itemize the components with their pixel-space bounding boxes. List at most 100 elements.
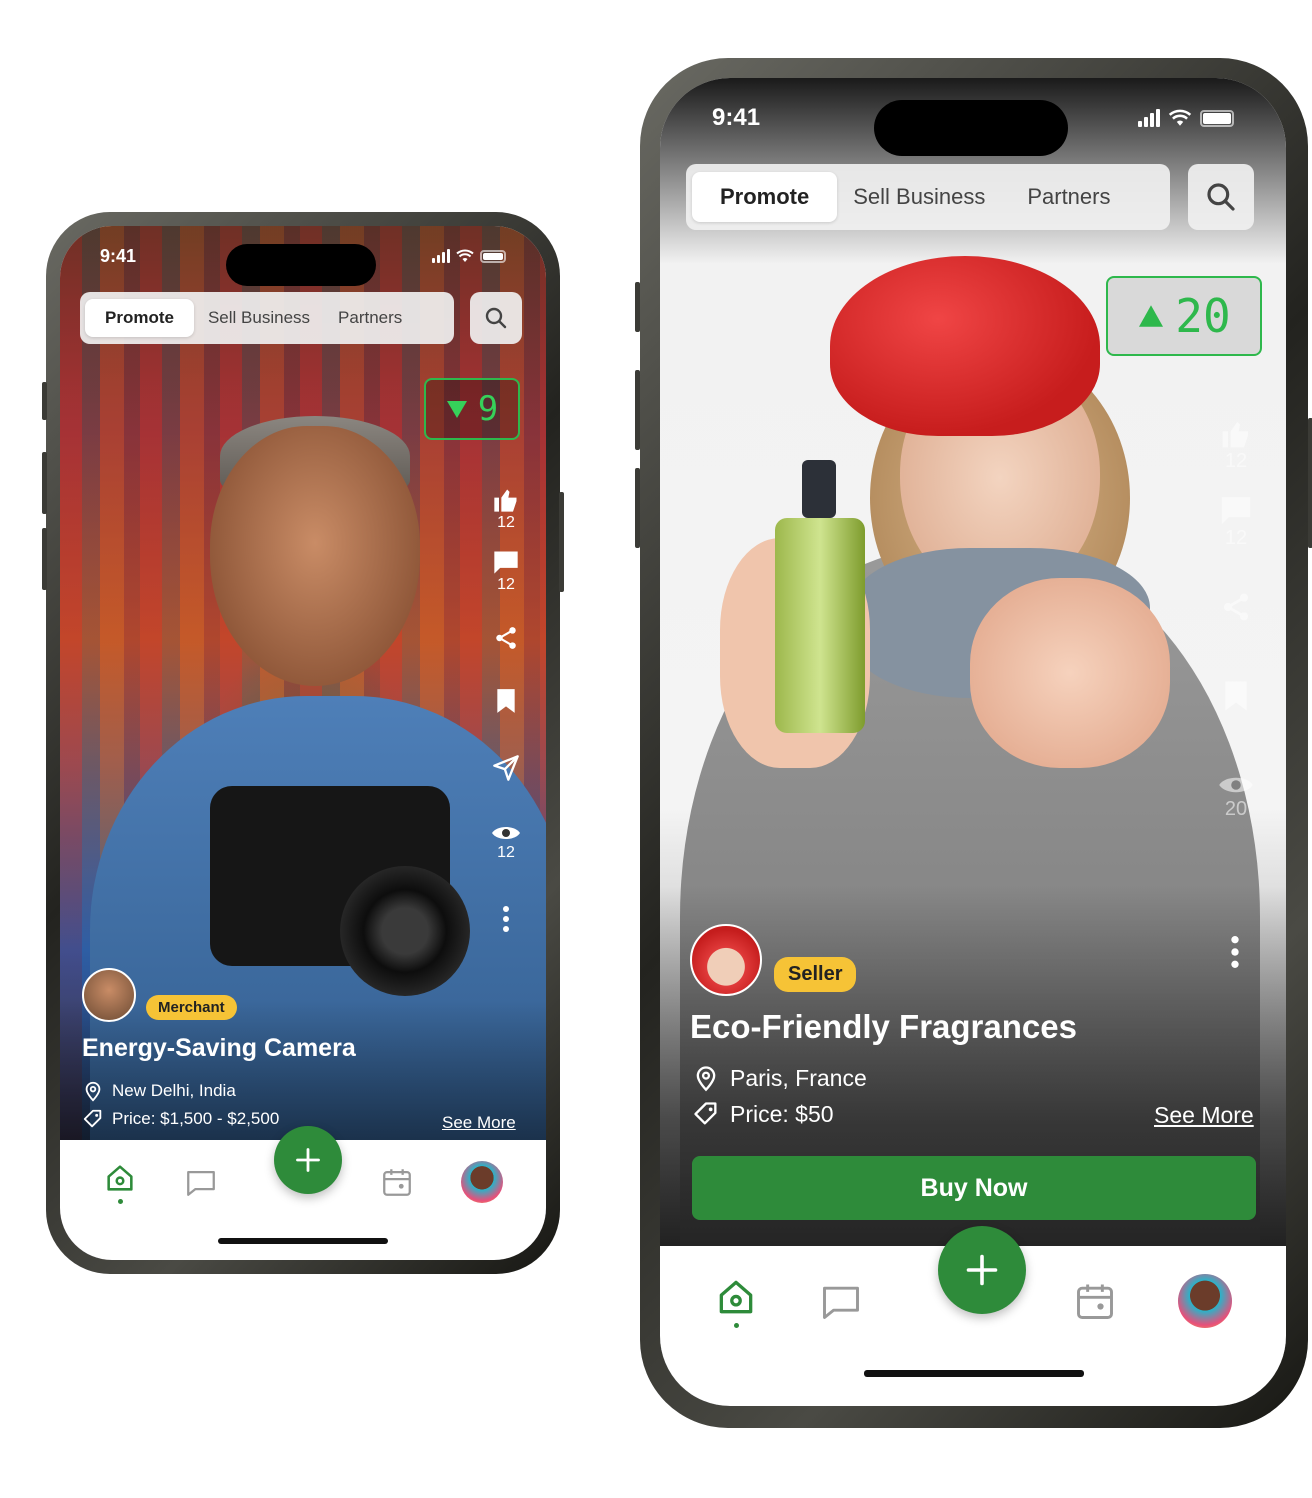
power-button	[559, 492, 564, 592]
owner-avatar[interactable]	[690, 924, 762, 996]
comment-action[interactable]: 12	[1219, 493, 1253, 550]
cellular-signal-icon	[432, 249, 450, 263]
view-count: 20	[1224, 798, 1248, 820]
score-value: 20	[1175, 289, 1231, 343]
bookmark-icon	[1225, 681, 1247, 711]
like-count: 12	[1224, 450, 1248, 472]
search-icon	[485, 307, 507, 329]
like-count: 12	[497, 514, 515, 531]
tab-sell-business[interactable]: Sell Business	[194, 299, 324, 337]
create-post-button[interactable]	[274, 1126, 342, 1194]
location-icon	[696, 1066, 716, 1092]
share-icon	[496, 627, 516, 649]
home-icon	[719, 1280, 753, 1313]
nav-calendar[interactable]	[380, 1165, 414, 1199]
more-icon	[503, 906, 509, 932]
profile-avatar[interactable]	[460, 1161, 503, 1203]
views-indicator: 20	[1218, 772, 1254, 821]
triangle-down-icon	[446, 401, 467, 418]
cellular-signal-icon	[1138, 109, 1160, 127]
create-post-button[interactable]	[938, 1226, 1026, 1314]
view-count: 12	[497, 844, 515, 861]
post-title: Energy-Saving Camera	[82, 1034, 356, 1062]
phone-left: 9:41 Promote Sell Business Partners 9 12	[42, 212, 564, 1274]
location-text: New Delhi, India	[112, 1081, 236, 1100]
tab-promote[interactable]: Promote	[85, 299, 194, 337]
wifi-icon	[1168, 109, 1192, 126]
action-rail: 12 12 12	[486, 486, 526, 932]
send-icon	[493, 755, 519, 781]
active-indicator	[117, 1198, 123, 1204]
screen: 9:41 Promote Sell Business Partners 9 12	[60, 226, 546, 1260]
send-action[interactable]	[492, 754, 520, 782]
dynamic-island	[874, 100, 1068, 156]
nav-calendar[interactable]	[1073, 1279, 1117, 1323]
comment-icon	[494, 551, 518, 574]
calendar-icon	[383, 1169, 412, 1196]
nav-profile[interactable]	[460, 1161, 503, 1203]
search-button[interactable]	[470, 292, 522, 344]
volume-down-button	[635, 468, 640, 548]
nav-chat[interactable]	[819, 1279, 863, 1323]
wifi-icon	[456, 249, 474, 262]
action-button	[635, 282, 640, 332]
eye-icon	[1219, 777, 1253, 793]
see-more-link[interactable]: See More	[442, 1113, 516, 1133]
post-location: New Delhi, India	[82, 1080, 236, 1102]
profile-avatar[interactable]	[1177, 1274, 1232, 1328]
eye-icon	[492, 827, 520, 839]
price-tag-icon	[83, 1109, 102, 1128]
owner-role-badge: Seller	[774, 956, 857, 992]
nav-home[interactable]	[103, 1161, 137, 1204]
home-indicator	[864, 1370, 1084, 1377]
nav-chat[interactable]	[184, 1165, 218, 1199]
battery-icon	[1200, 109, 1234, 127]
bookmark-action[interactable]	[495, 688, 517, 714]
owner-avatar[interactable]	[82, 968, 136, 1022]
search-button[interactable]	[1188, 164, 1254, 230]
tab-sell-business[interactable]: Sell Business	[837, 172, 1001, 222]
post-owner[interactable]: Merchant	[82, 968, 237, 1022]
nav-profile[interactable]	[1177, 1274, 1232, 1328]
tab-promote[interactable]: Promote	[692, 172, 838, 222]
score-indicator: 9	[424, 378, 520, 440]
like-action[interactable]: 12	[491, 486, 521, 532]
share-action[interactable]	[493, 624, 519, 652]
comment-action[interactable]: 12	[492, 548, 520, 594]
thumbs-up-icon	[1222, 422, 1248, 448]
price-tag-icon	[694, 1102, 717, 1125]
home-icon	[107, 1164, 133, 1191]
tab-partners[interactable]: Partners	[1001, 172, 1136, 222]
phone-right: 9:41 Promote Sell Business Partners 20 1…	[635, 58, 1312, 1428]
like-action[interactable]: 12	[1219, 418, 1253, 473]
post-owner[interactable]: Seller	[690, 924, 857, 996]
bookmark-action[interactable]	[1222, 680, 1250, 712]
chat-icon	[822, 1286, 859, 1319]
score-value: 9	[477, 389, 499, 429]
price-text: Price: $1,500 - $2,500	[112, 1109, 280, 1128]
search-icon	[1207, 183, 1235, 211]
screen: 9:41 Promote Sell Business Partners 20 1…	[660, 78, 1286, 1406]
more-options-button[interactable]	[1230, 936, 1240, 968]
chat-icon	[186, 1170, 215, 1196]
see-more-link[interactable]: See More	[1154, 1102, 1254, 1129]
share-action[interactable]	[1220, 590, 1252, 624]
volume-up-button	[42, 452, 47, 514]
score-indicator: 20	[1106, 276, 1262, 356]
triangle-up-icon	[1139, 305, 1164, 327]
share-icon	[1224, 593, 1248, 621]
plus-icon	[966, 1254, 998, 1286]
more-options-button[interactable]	[502, 906, 510, 932]
top-tabs: Promote Sell Business Partners	[80, 292, 454, 344]
comment-count: 12	[1224, 527, 1248, 549]
plus-icon	[296, 1148, 320, 1172]
comment-count: 12	[497, 576, 515, 593]
bookmark-icon	[497, 689, 515, 713]
battery-icon	[480, 249, 506, 263]
calendar-icon	[1077, 1284, 1114, 1319]
comment-icon	[1221, 497, 1251, 525]
nav-home[interactable]	[714, 1275, 758, 1328]
power-button	[1308, 418, 1312, 548]
tab-partners[interactable]: Partners	[324, 299, 416, 337]
buy-now-button[interactable]: Buy Now	[692, 1156, 1256, 1220]
